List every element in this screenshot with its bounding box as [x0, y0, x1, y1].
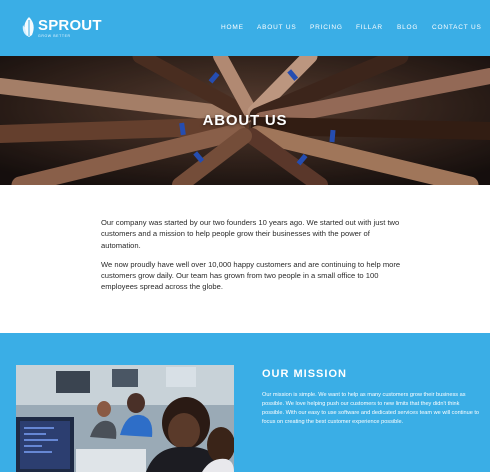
- site-header: SPROUT GROW BETTER HOME ABOUT US PRICING…: [0, 0, 490, 56]
- nav-contact-us[interactable]: CONTACT US: [432, 24, 482, 31]
- nav-home[interactable]: HOME: [221, 24, 244, 31]
- about-paragraph-2: We now proudly have well over 10,000 hap…: [101, 259, 401, 292]
- nav-fillar[interactable]: FILLAR: [356, 24, 383, 31]
- team-photo: [16, 365, 234, 472]
- main-nav: HOME ABOUT US PRICING FILLAR BLOG CONTAC…: [0, 24, 490, 34]
- about-paragraph-1: Our company was started by our two found…: [101, 218, 400, 250]
- nav-about-us[interactable]: ABOUT US: [257, 24, 297, 31]
- brand-tagline: GROW BETTER: [38, 34, 71, 38]
- hero-banner: ABOUT US: [0, 56, 490, 185]
- nav-blog[interactable]: BLOG: [397, 24, 418, 31]
- mission-text: Our mission is simple. We want to help a…: [262, 392, 480, 425]
- nav-pricing[interactable]: PRICING: [310, 24, 343, 31]
- team-photo-image: [16, 365, 234, 472]
- about-section: Our company was started by our two found…: [101, 217, 401, 301]
- page-title: ABOUT US: [202, 112, 288, 129]
- mission-section: OUR MISSION Our mission is simple. We wa…: [0, 333, 490, 472]
- mission-title: OUR MISSION: [262, 368, 347, 380]
